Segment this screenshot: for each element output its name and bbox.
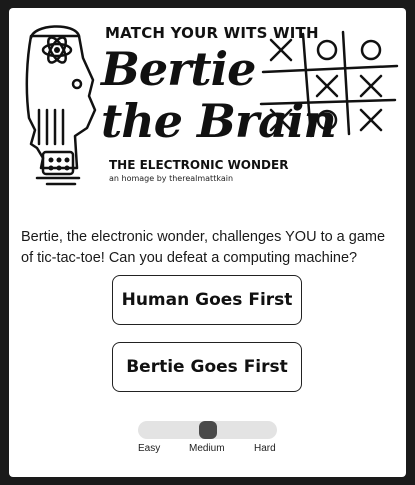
- bertie-goes-first-button[interactable]: Bertie Goes First: [112, 342, 302, 392]
- board-mark-x: [359, 74, 383, 98]
- human-goes-first-button[interactable]: Human Goes First: [112, 275, 302, 325]
- board-mark-o: [316, 39, 338, 61]
- game-panel: MATCH YOUR WITS WITH Bertie the Brain TH…: [9, 8, 406, 477]
- credit-line: an homage by therealmattkain: [109, 174, 234, 183]
- difficulty-label-easy[interactable]: Easy: [138, 443, 160, 454]
- title-bertie: Bertie: [101, 42, 256, 96]
- difficulty-label-hard[interactable]: Hard: [254, 443, 276, 454]
- board-mark-x: [269, 38, 293, 62]
- logo: MATCH YOUR WITS WITH Bertie the Brain TH…: [9, 8, 406, 198]
- robot-head-icon: [25, 25, 97, 186]
- intro-text: Bertie, the electronic wonder, challenge…: [21, 228, 386, 266]
- subtitle: THE ELECTRONIC WONDER: [109, 158, 289, 172]
- slider-thumb[interactable]: [198, 421, 217, 439]
- board-mark-o: [316, 109, 338, 131]
- tic-tac-toe-decoration-icon: [259, 30, 399, 138]
- difficulty-slider[interactable]: [138, 421, 277, 439]
- board-mark-x: [359, 108, 383, 132]
- board-mark-x: [315, 74, 339, 98]
- board-mark-o: [360, 39, 382, 61]
- board-mark-x: [269, 108, 293, 132]
- difficulty-label-medium[interactable]: Medium: [189, 443, 225, 454]
